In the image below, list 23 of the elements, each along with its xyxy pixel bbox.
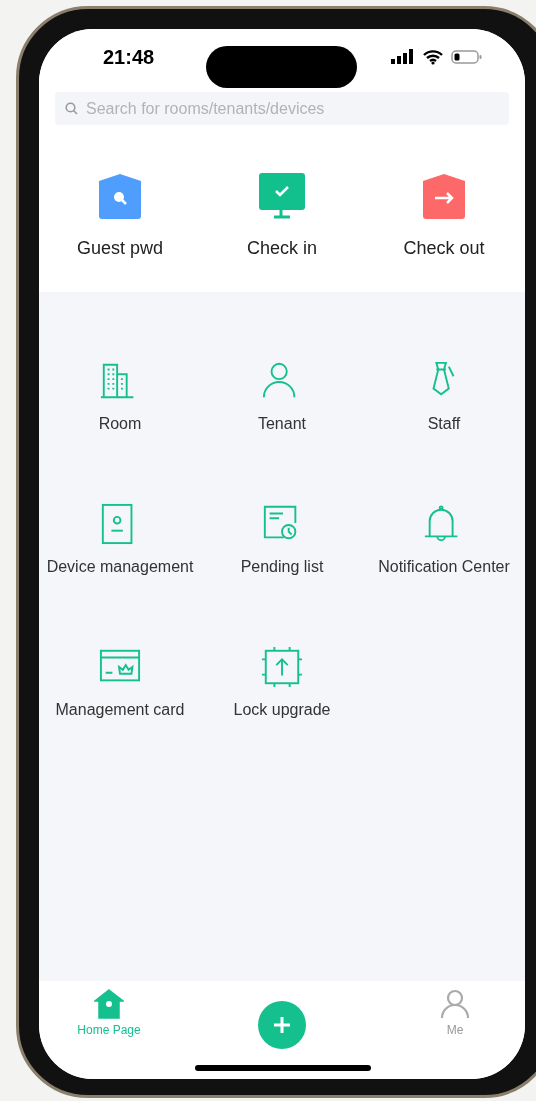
menu-item[interactable]: Room	[42, 344, 198, 450]
plus-icon	[273, 1016, 291, 1034]
menu-item[interactable]: Device management	[42, 487, 198, 593]
home-icon	[94, 989, 124, 1019]
menu-item[interactable]: Lock upgrade	[204, 630, 360, 736]
search-field[interactable]: Search for rooms/tenants/devices	[55, 92, 509, 125]
add-button[interactable]	[258, 1001, 306, 1049]
chip-upgrade-icon	[261, 646, 303, 688]
battery-icon	[451, 49, 483, 65]
menu-item[interactable]: Pending list	[204, 487, 360, 593]
signal-icon	[391, 49, 415, 65]
search-input: Search for rooms/tenants/devices	[86, 96, 499, 121]
person-icon	[440, 989, 470, 1019]
quick-action[interactable]: Check out	[403, 173, 485, 262]
status-time: 21:48	[103, 45, 155, 70]
quick-action[interactable]: Guest pwd	[76, 173, 163, 262]
menu-item[interactable]: Management card	[42, 630, 198, 736]
menu-item[interactable]: Staff	[366, 344, 522, 450]
menu-item[interactable]: Tenant	[204, 344, 360, 450]
wifi-icon	[423, 49, 443, 65]
menu-item[interactable]: Notification Center	[366, 487, 522, 593]
search-icon	[65, 102, 78, 115]
quick-action[interactable]: Check in	[247, 173, 317, 262]
